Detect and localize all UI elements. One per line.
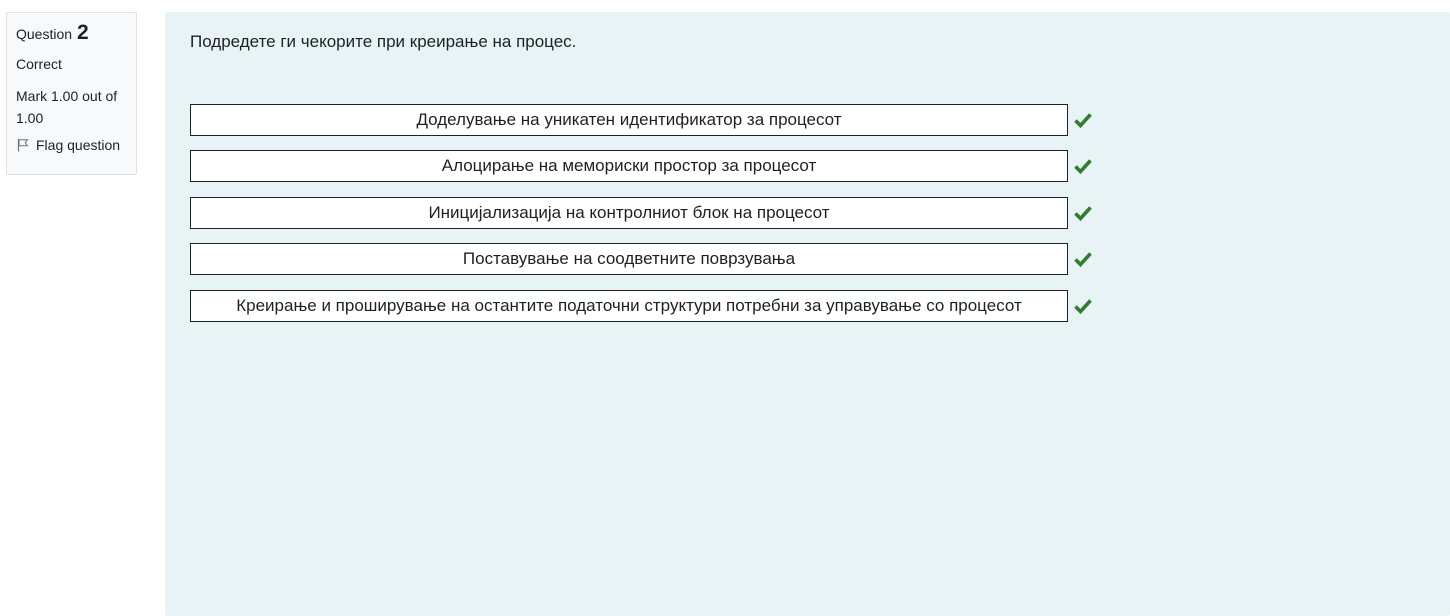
question-info-panel: Question 2 Correct Mark 1.00 out of 1.00… xyxy=(6,12,137,175)
flag-question-link[interactable]: Flag question xyxy=(16,137,127,153)
question-content: Подредете ги чекорите при креирање на пр… xyxy=(165,12,1450,616)
answer-item: Иницијализација на контролниот блок на п… xyxy=(190,195,1092,230)
answer-draggable[interactable]: Поставување на соодветните поврзувања xyxy=(190,243,1068,275)
flag-icon xyxy=(17,139,29,152)
answer-item: Алоцирање на мемориски простор за процес… xyxy=(190,149,1092,184)
question-grade: Mark 1.00 out of 1.00 xyxy=(16,88,118,126)
check-icon xyxy=(1074,250,1092,268)
question-state: Correct xyxy=(16,56,62,72)
question-number: Question 2 xyxy=(16,21,127,47)
question-number-value: 2 xyxy=(77,21,89,44)
question-text: Подредете ги чекорите при креирање на пр… xyxy=(190,32,577,51)
answer-item: Креирање и проширување на остантите пода… xyxy=(190,288,1092,323)
answer-draggable[interactable]: Доделување на уникатен идентификатор за … xyxy=(190,103,1068,136)
answer-draggable[interactable]: Алоцирање на мемориски простор за процес… xyxy=(190,150,1068,182)
answer-draggable[interactable]: Креирање и проширување на остантите пода… xyxy=(190,289,1068,322)
flag-question-label: Flag question xyxy=(36,137,121,153)
ordering-answer-list: Доделување на уникатен идентификатор за … xyxy=(190,102,1092,335)
answer-item: Доделување на уникатен идентификатор за … xyxy=(190,102,1092,137)
question-label: Question xyxy=(16,26,73,42)
check-icon xyxy=(1074,157,1092,175)
check-icon xyxy=(1074,297,1092,315)
answer-item: Поставување на соодветните поврзувања xyxy=(190,242,1092,277)
answer-draggable[interactable]: Иницијализација на контролниот блок на п… xyxy=(190,196,1068,229)
check-icon xyxy=(1074,111,1092,129)
check-icon xyxy=(1074,204,1092,222)
